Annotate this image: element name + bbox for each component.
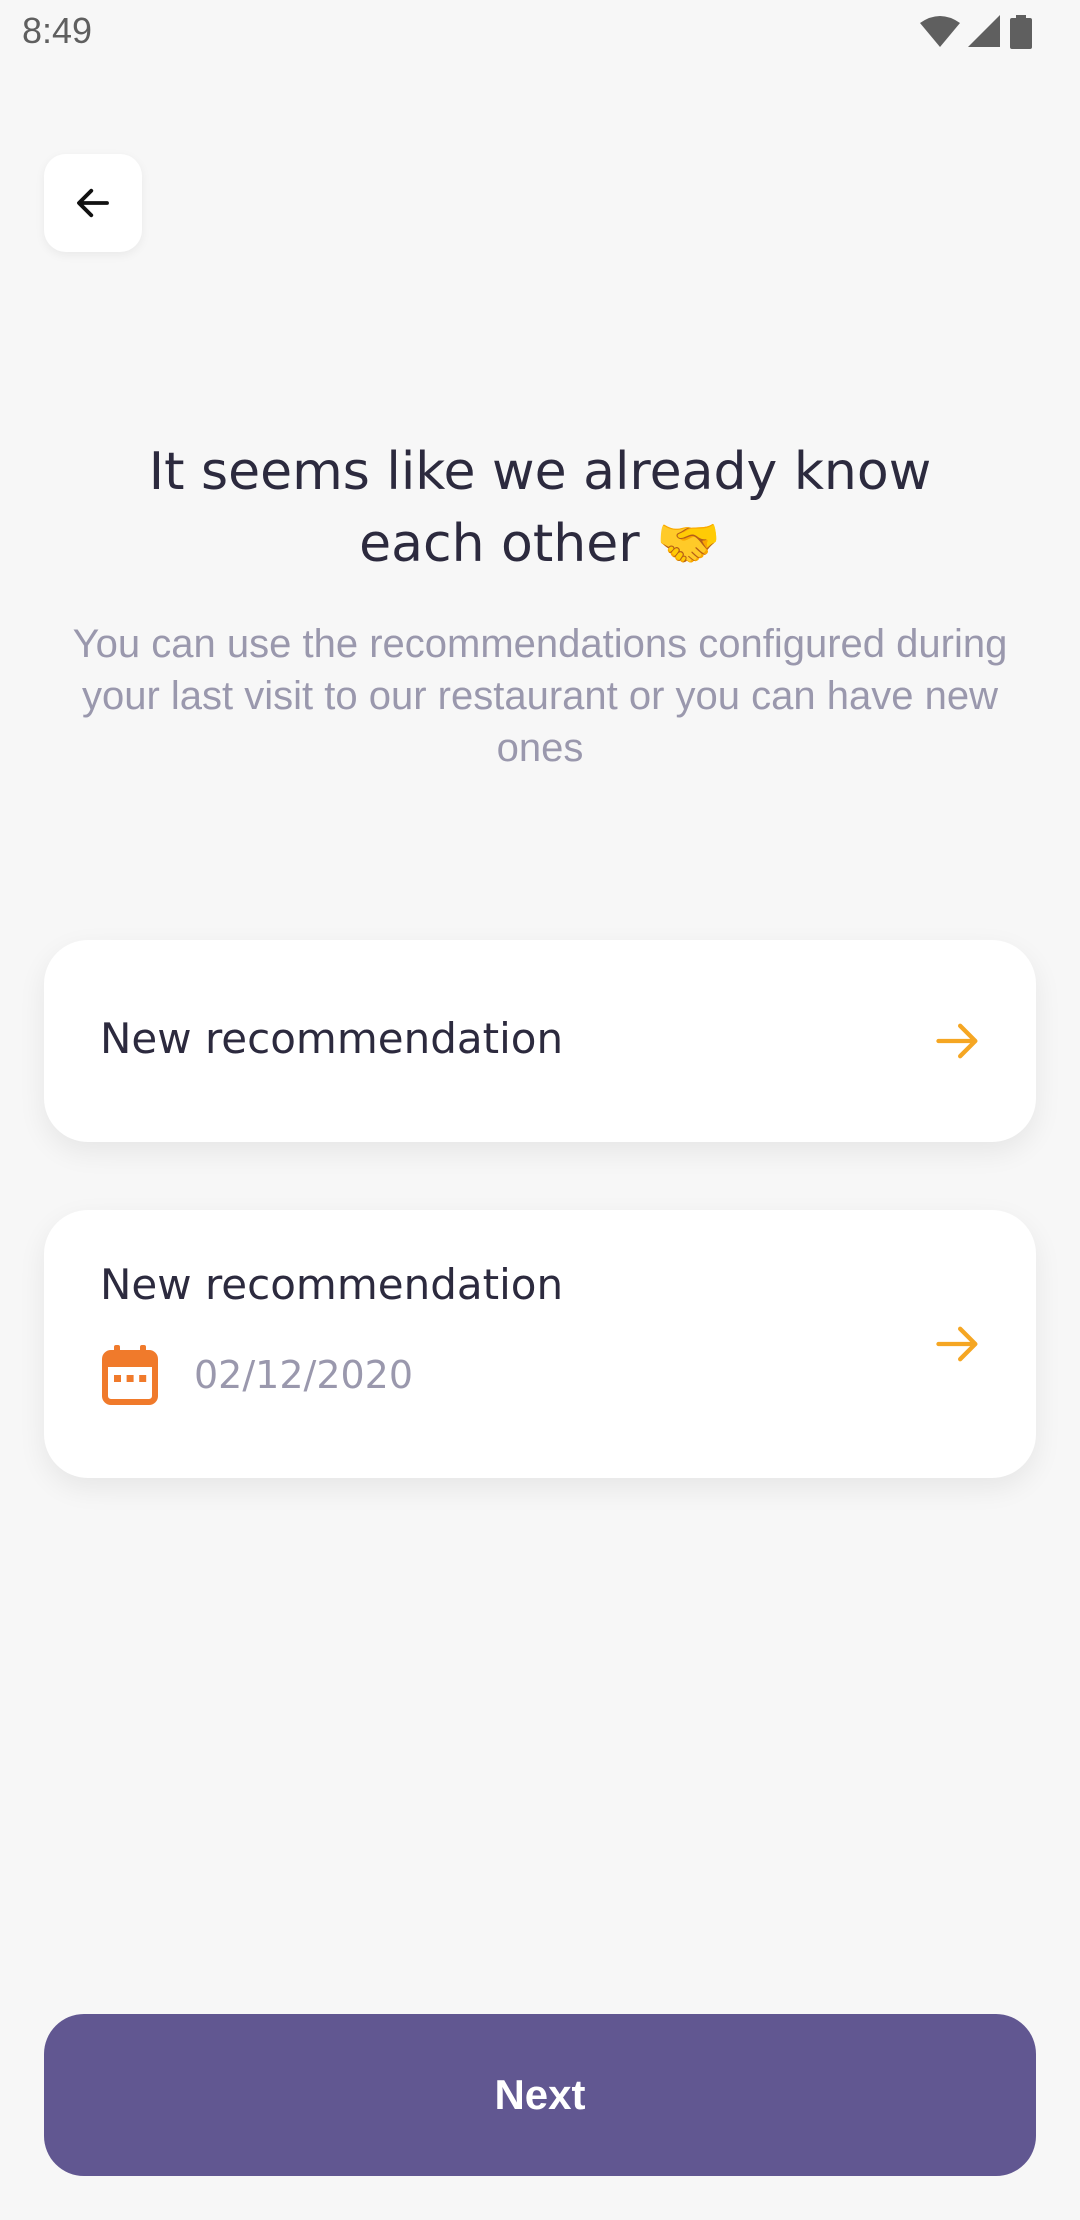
new-recommendation-card[interactable]: New recommendation bbox=[44, 940, 1036, 1142]
arrow-left-icon bbox=[77, 188, 109, 218]
status-time: 8:49 bbox=[22, 10, 93, 51]
page-subtitle: You can use the recommendations configur… bbox=[72, 622, 1008, 770]
status-bar: 8:49 bbox=[0, 0, 1080, 66]
previous-recommendation-card[interactable]: New recommendation 02/12/2020 bbox=[44, 1210, 1036, 1478]
signal-icon bbox=[968, 15, 1000, 47]
page-title: It seems like we already know each other… bbox=[148, 442, 932, 574]
status-icons bbox=[920, 14, 1032, 50]
back-button[interactable] bbox=[44, 154, 142, 252]
calendar-icon bbox=[102, 1345, 158, 1405]
card-title: New recommendation bbox=[100, 1014, 564, 1063]
next-button[interactable]: Next bbox=[44, 2014, 1036, 2176]
wifi-icon bbox=[920, 16, 960, 47]
arrow-right-icon bbox=[936, 1023, 978, 1059]
battery-icon bbox=[1010, 15, 1032, 49]
card-title: New recommendation bbox=[100, 1260, 564, 1309]
card-date: 02/12/2020 bbox=[194, 1353, 414, 1397]
arrow-right-icon bbox=[936, 1326, 978, 1362]
card-date-row: 02/12/2020 bbox=[102, 1340, 413, 1410]
